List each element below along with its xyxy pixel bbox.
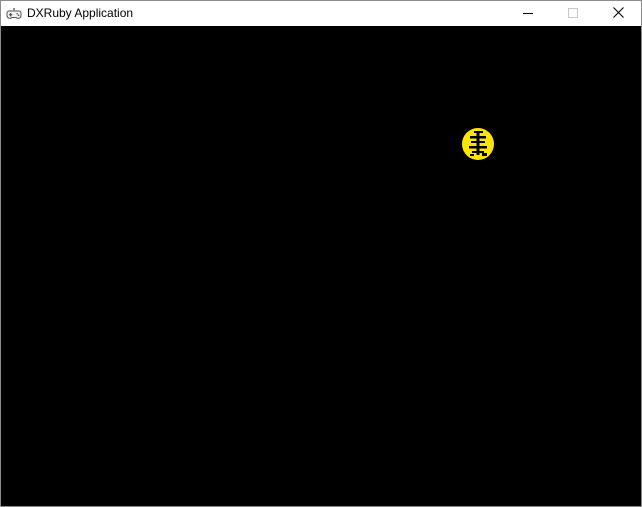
window-title: DXRuby Application	[27, 6, 134, 20]
minimize-icon	[523, 5, 533, 23]
title-bar[interactable]: DXRuby Application	[1, 1, 641, 26]
app-window: DXRuby Application	[0, 0, 642, 507]
maximize-icon	[568, 5, 578, 23]
gamepad-icon[interactable]	[6, 6, 22, 22]
maximize-button[interactable]	[550, 1, 596, 26]
game-canvas[interactable]	[1, 26, 641, 506]
yellow-ball-sprite	[461, 127, 495, 161]
close-button[interactable]	[595, 1, 641, 26]
minimize-button[interactable]	[505, 1, 551, 26]
close-icon	[612, 5, 624, 23]
